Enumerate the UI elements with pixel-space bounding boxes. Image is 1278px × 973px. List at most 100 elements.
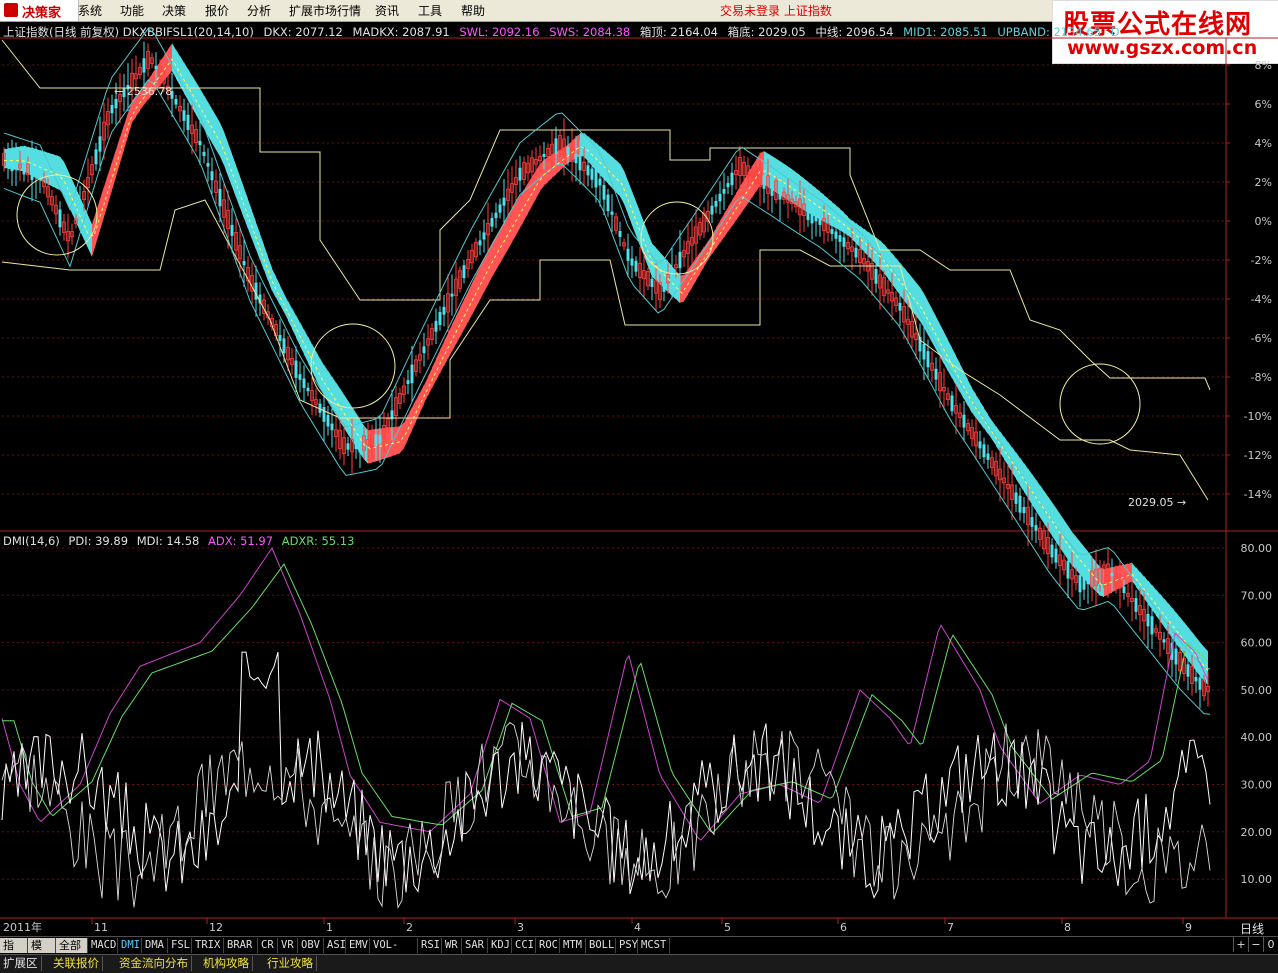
upband-line (3, 28, 1211, 670)
overlay-lines: ← 2536.78 2029.05 → (1, 28, 1211, 715)
candle-body-down (606, 194, 610, 212)
band-segment (532, 170, 536, 206)
candle-body-down (242, 261, 246, 266)
zoom-in-button[interactable]: + (1233, 937, 1248, 952)
candle-body-down (298, 374, 302, 380)
band-segment (1156, 589, 1160, 621)
axis-label: -12% (1244, 449, 1272, 462)
zoom-out-button[interactable]: − (1248, 937, 1263, 952)
indicator-tab-指标[interactable]: 指标 (0, 938, 28, 967)
candle-body-down (590, 168, 594, 180)
band-segment (788, 166, 792, 203)
adxr-value: ADXR: 55.13 (281, 534, 355, 548)
candle-body-down (722, 189, 726, 194)
candle-body-down (598, 178, 602, 186)
band-segment (284, 293, 288, 320)
band-segment (256, 222, 260, 261)
indicator-tab-dma[interactable]: DMA (142, 938, 168, 953)
band-segment (220, 122, 224, 166)
indicator-tab-emv[interactable]: EMV (346, 938, 370, 953)
candle-body-down (818, 217, 822, 225)
period-label[interactable]: 日线 (1240, 920, 1264, 937)
indicator-tab-obv[interactable]: OBV (298, 938, 324, 953)
indicator-tab-sar[interactable]: SAR (462, 938, 488, 953)
indicator-tab-trix[interactable]: TRIX (192, 938, 224, 953)
indicator-tab-全部[interactable]: 全部 (56, 938, 88, 953)
candle-body-down (950, 395, 954, 412)
axis-label: -14% (1244, 488, 1272, 501)
indicator-tab-cci[interactable]: CCI (512, 938, 536, 953)
band-segment (1164, 598, 1168, 632)
candle-body-down (442, 306, 446, 315)
indicator-tab-wr[interactable]: WR (442, 938, 462, 953)
ext-tab-2[interactable]: 资金流向分布 (116, 956, 192, 971)
band-segment (844, 213, 848, 237)
candle-body-down (634, 260, 638, 272)
indicator-tab-mtm[interactable]: MTM (560, 938, 586, 953)
band-segment (404, 414, 408, 448)
candle-body-down (378, 434, 382, 445)
candle-body-down (198, 140, 202, 146)
candle-body-down (1174, 648, 1178, 665)
band-segment (412, 399, 416, 431)
indicator-tab-vol-tdx[interactable]: VOL-TDX (370, 938, 418, 966)
band-segment (908, 272, 912, 311)
indicator-tab-mcst[interactable]: MCST (638, 938, 670, 953)
indicator-tab-boll[interactable]: BOLL (586, 938, 616, 953)
indicator-tab-vr[interactable]: VR (278, 938, 298, 953)
indicator-tab-macd[interactable]: MACD (88, 938, 118, 953)
band-segment (624, 170, 628, 215)
indicator-tab-roc[interactable]: ROC (536, 938, 560, 953)
candle-body-down (278, 335, 282, 341)
band-segment (292, 307, 296, 337)
ext-tab-0[interactable]: 扩展区 (0, 956, 42, 971)
candle-body-down (610, 211, 614, 215)
band-segment (628, 180, 632, 225)
indicator-tab-cr[interactable]: CR (258, 938, 278, 953)
candle-body-down (934, 368, 938, 380)
indicator-tab-psy[interactable]: PSY (616, 938, 638, 953)
axis-label: 0% (1255, 215, 1272, 228)
candle-body-down (14, 160, 18, 169)
indicator-tab-rsi[interactable]: RSI (418, 938, 442, 953)
candle-body-down (726, 183, 730, 188)
zoom-reset-button[interactable]: 0 (1263, 937, 1278, 952)
candle-body-down (978, 441, 982, 449)
indicator-tab-dmi[interactable]: DMI (118, 938, 142, 953)
x-axis-month: 9 (1185, 921, 1192, 934)
band-segment (680, 274, 684, 303)
band-segment (800, 175, 804, 211)
indicator-tab-brar[interactable]: BRAR (224, 938, 258, 953)
candle-body-down (478, 240, 482, 246)
ext-tab-4[interactable]: 行业攻略 (264, 956, 317, 971)
band-segment (1152, 584, 1156, 616)
candle-body-down (670, 268, 674, 277)
band-segment (244, 187, 248, 230)
band-segment (160, 55, 164, 86)
band-segment (824, 195, 828, 225)
candle-body-down (22, 160, 26, 175)
mdi-value: MDI: 14.58 (136, 534, 200, 548)
candle-body-down (34, 167, 38, 178)
band-segment (744, 173, 748, 210)
candlesticks (2, 41, 1210, 709)
band-segment (796, 172, 800, 208)
candle-body-down (874, 269, 878, 284)
indicator-tab-fsl[interactable]: FSL (168, 938, 192, 953)
indicator-tab-asi[interactable]: ASI (324, 938, 346, 953)
band-segment (728, 200, 732, 233)
ext-tab-1[interactable]: 关联报价 (50, 956, 103, 971)
candle-body-down (730, 172, 734, 186)
chart-canvas[interactable]: ← 2536.78 2029.05 → 8% 6% 4% 2% 0% -2% -4% -6% -8… (0, 0, 1278, 972)
adx-value: ADX: 51.97 (207, 534, 274, 548)
pdi-line (1, 651, 1211, 899)
band-segment (100, 186, 104, 231)
ext-tab-3[interactable]: 机构攻略 (200, 956, 253, 971)
band-segment (848, 217, 852, 239)
indicator-tab-kdj[interactable]: KDJ (488, 938, 512, 953)
candle-body-down (206, 163, 210, 167)
band-segment (828, 198, 832, 227)
band-segment (452, 316, 456, 352)
candle-body-down (594, 168, 598, 188)
indicator-tab-模板[interactable]: 模板 (28, 938, 56, 967)
